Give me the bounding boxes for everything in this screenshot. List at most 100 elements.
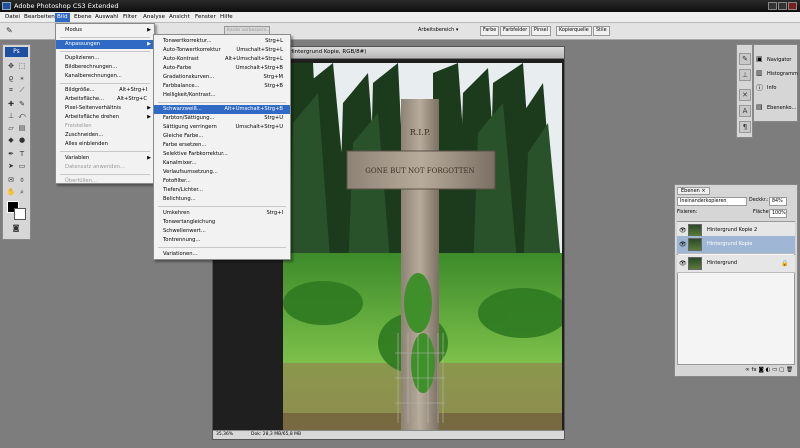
layer-comps-icon[interactable]: ▤ [756, 103, 763, 111]
adjust-menu-item[interactable]: Tonwertkorrektur... Strg+L [154, 37, 290, 46]
adjust-menu-item[interactable]: Umkehren Strg+I [154, 209, 290, 218]
adjust-menu-item[interactable]: Auto-Tonwertkorrektur Umschalt+Strg+L [154, 46, 290, 55]
type-tool-icon[interactable]: T [17, 149, 27, 159]
fill-field[interactable]: 100% [769, 209, 787, 218]
bild-menu-item[interactable]: Arbeitsfläche... Alt+Strg+C [56, 95, 154, 104]
adjust-menu-item[interactable]: Belichtung... [154, 195, 290, 204]
adjust-menu-item[interactable]: Selektive Farbkorrektur... [154, 150, 290, 159]
tool-preset-icon[interactable]: ✕ [739, 89, 751, 101]
paragraph-panel-icon[interactable]: ¶ [739, 121, 751, 133]
info-icon[interactable]: ⓘ [756, 83, 763, 93]
layer-comps-label[interactable]: Ebenenko... [767, 105, 796, 111]
bild-menu-item[interactable]: Kanalberechnungen... [56, 72, 154, 81]
healing-tool-icon[interactable]: ✚ [6, 99, 16, 109]
menu-analyse[interactable]: Analyse [141, 13, 167, 22]
brush-tool-icon[interactable]: ✎ [6, 26, 13, 35]
bild-menu-item[interactable]: Arbeitsfläche drehen ▶ [56, 113, 154, 122]
tab-kopierquelle[interactable]: Kopierquelle [556, 26, 592, 36]
adjust-menu-item[interactable]: Auto-Farbe Umschalt+Strg+B [154, 64, 290, 73]
menu-bild[interactable]: Bild [55, 13, 70, 22]
hand-tool-icon[interactable]: ✋ [6, 187, 16, 197]
marquee-tool-icon[interactable]: ⬚ [17, 61, 27, 71]
eye-icon[interactable]: 👁 [679, 241, 687, 248]
clone-panel-icon[interactable]: ⊥ [739, 69, 751, 81]
fx-icon[interactable]: fx [752, 367, 757, 373]
adjust-menu-item[interactable]: Farbton/Sättigung... Strg+U [154, 114, 290, 123]
eye-icon[interactable]: 👁 [679, 227, 687, 234]
navigator-icon[interactable]: ▣ [756, 55, 763, 63]
folder-icon[interactable]: ▭ [772, 367, 777, 373]
bild-menu-item[interactable]: Pixel-Seitenverhältnis ▶ [56, 104, 154, 113]
adjust-menu-item[interactable]: Sättigung verringern Umschalt+Strg+U [154, 123, 290, 132]
trash-icon[interactable]: 🗑 [786, 367, 793, 373]
tab-farbe[interactable]: Farbe [480, 26, 500, 36]
workspace-menu[interactable]: Arbeitsbereich ▾ [418, 27, 458, 33]
character-panel-icon[interactable]: A [739, 105, 751, 117]
adjust-menu-item[interactable]: Tonwertangleichung [154, 218, 290, 227]
document-info[interactable]: Dok: 28,3 MB/65,8 MB [251, 431, 301, 439]
dodge-tool-icon[interactable]: ● [17, 135, 27, 145]
maximize-button[interactable] [778, 2, 787, 10]
layer-row[interactable]: 👁 Hintergrund 🔒 [677, 255, 795, 273]
eraser-tool-icon[interactable]: ▱ [6, 123, 16, 133]
background-color-swatch[interactable] [14, 208, 26, 220]
histogram-label[interactable]: Histogramm [767, 71, 798, 77]
slice-tool-icon[interactable]: ⟋ [17, 85, 27, 95]
brush-tool-icon-2[interactable]: ✎ [17, 99, 27, 109]
adjust-menu-item[interactable]: Verlaufsumsetzung... [154, 168, 290, 177]
menu-ebene[interactable]: Ebene [72, 13, 94, 22]
adjust-menu-item[interactable]: Gradationskurven... Strg+M [154, 73, 290, 82]
menu-bearbeiten[interactable]: Bearbeiten [22, 13, 57, 22]
tab-farbfelder[interactable]: Farbfelder [500, 26, 531, 36]
bild-menu-item[interactable]: Alles einblenden [56, 140, 154, 149]
adjust-menu-item[interactable]: Schwarzweiß... Alt+Umschalt+Strg+B [154, 105, 290, 114]
adjust-menu-item[interactable]: Tiefen/Lichter... [154, 186, 290, 195]
magic-wand-tool-icon[interactable]: ⁎ [17, 73, 27, 83]
adjustment-layer-icon[interactable]: ◐ [766, 367, 771, 373]
eyedropper-tool-icon[interactable]: ⌽ [17, 175, 27, 185]
zoom-level[interactable]: 35,36% [216, 431, 233, 439]
menu-hilfe[interactable]: Hilfe [218, 13, 235, 22]
quick-mask-icon[interactable]: ◙ [11, 223, 21, 233]
brush-panel-icon[interactable]: ✎ [739, 53, 751, 65]
bild-menu-item[interactable]: Bildberechnungen... [56, 63, 154, 72]
tab-pinsel[interactable]: Pinsel [531, 26, 551, 36]
new-layer-icon[interactable]: ▢ [779, 367, 784, 373]
gradient-tool-icon[interactable]: ▤ [17, 123, 27, 133]
eye-icon[interactable]: 👁 [679, 260, 687, 267]
history-brush-icon[interactable]: ⤺ [17, 111, 27, 121]
zoom-tool-icon[interactable]: ⌕ [17, 187, 27, 197]
bild-menu-item[interactable]: Anpassungen ▶ [56, 40, 154, 49]
shape-tool-icon[interactable]: ▭ [17, 161, 27, 171]
adjust-menu-item[interactable]: Variationen... [154, 250, 290, 259]
path-select-tool-icon[interactable]: ➤ [6, 161, 16, 171]
layer-name[interactable]: Hintergrund Kopie 2 [707, 227, 757, 233]
bild-menu-item[interactable]: Modus ▶ [56, 26, 154, 35]
layer-row[interactable]: 👁 Hintergrund Kopie [677, 236, 795, 254]
menu-ansicht[interactable]: Ansicht [167, 13, 192, 22]
bild-menu-item[interactable]: Duplizieren... [56, 54, 154, 63]
menu-auswahl[interactable]: Auswahl [93, 13, 120, 22]
layers-tab[interactable]: Ebenen × [677, 187, 710, 195]
layer-name[interactable]: Hintergrund Kopie [707, 241, 752, 247]
close-button[interactable] [788, 2, 797, 10]
lasso-tool-icon[interactable]: ϱ [6, 73, 16, 83]
info-label[interactable]: Info [767, 85, 776, 91]
adjust-menu-item[interactable]: Fotofilter... [154, 177, 290, 186]
menu-fenster[interactable]: Fenster [193, 13, 218, 22]
menu-datei[interactable]: Datei [3, 13, 22, 22]
move-tool-icon[interactable]: ✥ [6, 61, 16, 71]
pen-tool-icon[interactable]: ✒ [6, 149, 16, 159]
blend-mode-select[interactable]: Ineinanderkopieren [677, 197, 747, 206]
stamp-tool-icon[interactable]: ⊥ [6, 111, 16, 121]
bild-menu-item[interactable]: Variablen ▶ [56, 154, 154, 163]
bild-menu-item[interactable]: Bildgröße... Alt+Strg+I [56, 86, 154, 95]
navigator-label[interactable]: Navigator [767, 57, 791, 63]
adjust-menu-item[interactable]: Kanalmixer... [154, 159, 290, 168]
mask-icon[interactable]: ◙ [758, 367, 763, 373]
crop-tool-icon[interactable]: ⌗ [6, 85, 16, 95]
minimize-button[interactable] [768, 2, 777, 10]
blur-tool-icon[interactable]: ◆ [6, 135, 16, 145]
opacity-field[interactable]: 84% [769, 197, 787, 206]
notes-tool-icon[interactable]: ✉ [6, 175, 16, 185]
